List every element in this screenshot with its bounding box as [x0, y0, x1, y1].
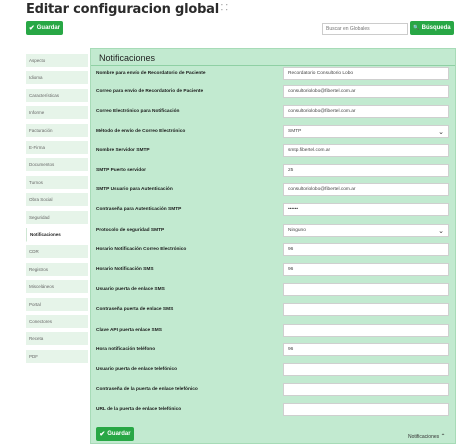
field-label: Método de envío de Correo Electrónico	[96, 129, 186, 134]
field-value: consultoriolobo@fibertel.com.ar	[288, 109, 356, 114]
field-value: 96	[288, 247, 294, 252]
page-title-text: Editar configuracion global	[26, 2, 220, 17]
panel-title: Notificaciones	[99, 53, 156, 63]
sidebar-item[interactable]: Aspecto	[26, 54, 88, 68]
footer-section-link[interactable]: Notificaciones ⌃	[408, 433, 446, 440]
sidebar-item[interactable]: Idioma	[26, 71, 88, 86]
save-button-bottom[interactable]: ✔ Guardar	[96, 427, 134, 441]
text-field[interactable]: consultoriolobo@fibertel.com.ar	[283, 85, 449, 98]
sidebar-item[interactable]: Registros	[26, 262, 88, 277]
sidebar-item[interactable]: Seguridad	[26, 210, 88, 225]
field-value: 96	[288, 267, 294, 272]
text-field[interactable]	[283, 283, 449, 296]
field-value: consultoriolobo@fibertel.com.ar	[288, 89, 356, 94]
save-button-label: Guardar	[107, 431, 131, 437]
field-label: Contraseña de la puerta de enlace telefó…	[96, 387, 198, 392]
sidebar-item[interactable]: Portal	[26, 297, 88, 312]
chevron-down-icon: ⌄	[438, 227, 444, 235]
field-value: 25	[288, 168, 294, 173]
sidebar-item[interactable]: Notificaciones	[26, 228, 88, 242]
chevron-up-icon: ⌃	[440, 434, 446, 440]
password-field[interactable]: ••••••	[283, 203, 449, 216]
check-icon: ✔	[99, 431, 106, 438]
panel-divider	[91, 65, 455, 66]
field-label: Contraseña para Autenticación SMTP	[96, 207, 182, 212]
text-field[interactable]	[283, 403, 449, 416]
sidebar-item[interactable]: Obra Social	[26, 193, 88, 208]
field-value: consultoriolobo@fibertel.com.ar	[288, 187, 356, 192]
sidebar-item[interactable]: Documentos	[26, 158, 88, 173]
sidebar-item[interactable]: E-Firma	[26, 141, 88, 155]
text-field[interactable]: consultoriolobo@fibertel.com.ar	[283, 183, 449, 196]
field-label: SMTP Usuario para Autenticación	[96, 187, 173, 192]
text-field[interactable]	[283, 383, 449, 396]
field-label: Nombre para envío de Recordatorio de Pac…	[96, 71, 206, 76]
field-label: Usuario puerta de enlace SMS	[96, 287, 165, 292]
search-input[interactable]	[322, 23, 408, 35]
field-value: SMTP	[288, 129, 302, 134]
text-field[interactable]: 96	[283, 263, 449, 276]
save-button-label: Guardar	[36, 25, 61, 31]
sidebar-item[interactable]: Informe	[26, 106, 88, 121]
text-field[interactable]: consultoriolobo@fibertel.com.ar	[283, 105, 449, 118]
sidebar-item[interactable]: Características	[26, 88, 88, 103]
sidebar: Aspecto Idioma Características Informe Factu…	[26, 50, 88, 444]
field-label: Contraseña puerta de enlace SMS	[96, 307, 174, 312]
sidebar-item[interactable]: Facturación	[26, 123, 88, 138]
text-field[interactable]	[283, 363, 449, 376]
field-label: Horario Notificación SMS	[96, 267, 154, 272]
field-label: Horario Notificación Correo Electrónico	[96, 247, 187, 252]
search-button[interactable]: 🔍 Búsqueda	[410, 21, 454, 35]
field-label: Nombre Servidor SMTP	[96, 148, 150, 153]
field-label: SMTP Puerto servidor	[96, 168, 147, 173]
select-field[interactable]: SMTP ⌄	[283, 125, 449, 138]
field-value: smtp.fibertel.com.ar	[288, 148, 331, 153]
sidebar-item[interactable]: Misceláneos	[26, 280, 88, 295]
field-value: ••••••	[288, 207, 299, 212]
search-button-label: Búsqueda	[421, 25, 451, 31]
text-field[interactable]	[283, 303, 449, 316]
text-field[interactable]: 96	[283, 343, 449, 356]
select-field[interactable]: Ninguno ⌄	[283, 224, 449, 237]
text-field[interactable]: Recordatorio Consultorio Lobo	[283, 67, 449, 80]
text-field[interactable]: smtp.fibertel.com.ar	[283, 144, 449, 157]
field-label: Clave API puerta enlace SMS	[96, 328, 162, 333]
field-label: Hora notificación teléfono	[96, 347, 156, 352]
search-icon: 🔍	[413, 25, 420, 31]
notifications-panel: Notificaciones ✔ Guardar Notificaciones …	[90, 48, 456, 444]
text-field[interactable]: 25	[283, 164, 449, 177]
text-field[interactable]: 96	[283, 243, 449, 256]
page-title: Editar configuracion global ⸬	[26, 2, 228, 17]
field-value: 96	[288, 347, 294, 352]
sidebar-item[interactable]: Receta	[26, 332, 88, 347]
sidebar-item[interactable]: Conectores	[26, 315, 88, 329]
field-label: Protocolo de seguridad SMTP	[96, 228, 165, 233]
field-label: Correo Electrónico para Notificación	[96, 109, 180, 114]
field-value: Ninguno	[288, 228, 306, 233]
check-icon: ✔	[28, 25, 35, 32]
sidebar-item[interactable]: PDF	[26, 349, 88, 364]
text-field[interactable]	[283, 324, 449, 337]
field-label: Usuario puerta de enlace telefónico	[96, 367, 178, 372]
sidebar-item[interactable]: Turnos	[26, 175, 88, 190]
field-value: Recordatorio Consultorio Lobo	[288, 71, 354, 76]
chevron-down-icon: ⌄	[438, 128, 444, 136]
save-button[interactable]: ✔ Guardar	[26, 21, 63, 35]
field-label: Correo para envío de Recordatorio de Pac…	[96, 89, 204, 94]
field-label: URL de la puerta de enlace telefónico	[96, 407, 182, 412]
sidebar-item[interactable]: CDR	[26, 245, 88, 260]
drag-handle-icon: ⸬	[221, 3, 228, 12]
footer-section-label: Notificaciones	[408, 434, 440, 440]
